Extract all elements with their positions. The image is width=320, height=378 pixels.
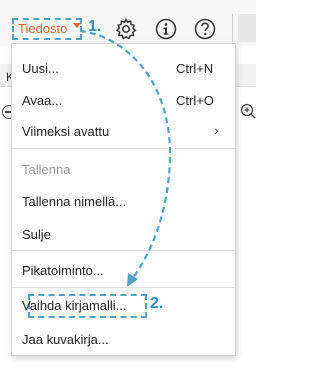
annotation-arrow [79,29,172,287]
